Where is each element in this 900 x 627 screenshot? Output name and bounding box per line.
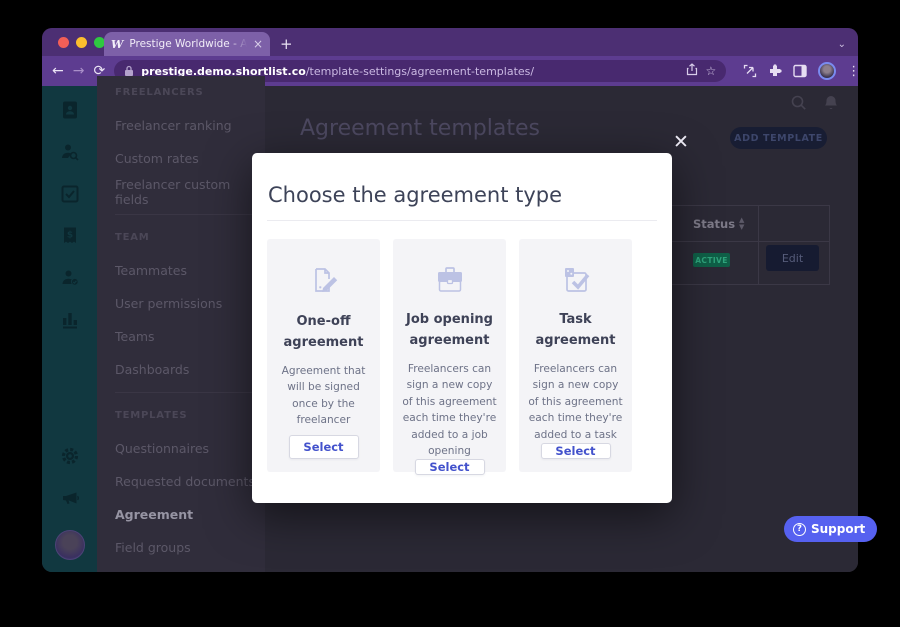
dashboards-chart-icon[interactable]	[60, 310, 80, 330]
sidebar-item-requested-documents[interactable]: Requested documents	[115, 465, 265, 498]
card-task-agreement: Task agreement Freelancers can sign a ne…	[519, 239, 632, 472]
modal-close-icon[interactable]: ✕	[670, 131, 692, 153]
agreement-type-cards: One-off agreement Agreement that will be…	[267, 239, 657, 472]
browser-tab[interactable]: W Prestige Worldwide - Agreeme ×	[104, 32, 270, 56]
support-label: Support	[811, 522, 865, 536]
sidebar-item-dashboards[interactable]: Dashboards	[115, 353, 265, 386]
briefcase-icon	[431, 261, 469, 299]
page-title: Agreement templates	[300, 116, 540, 141]
freelancers-contacts-icon[interactable]	[60, 100, 80, 120]
card-description: Agreement that will be signed once by th…	[275, 363, 372, 429]
sidebar-item-agreement[interactable]: Agreement	[115, 498, 265, 531]
settings-sidebar: FREELANCERS Freelancer ranking Custom ra…	[97, 76, 265, 572]
support-button[interactable]: ? Support	[784, 516, 877, 542]
toolbar-right-icons: ⋮	[743, 62, 858, 80]
sidebar-item-field-groups[interactable]: Field groups	[115, 531, 265, 564]
sort-arrows-icon[interactable]: ▲▼	[739, 217, 744, 231]
card-title: One-off agreement	[275, 311, 372, 354]
modal-divider	[267, 220, 657, 221]
sidebar-section-freelancers: FREELANCERS Freelancer ranking Custom ra…	[115, 76, 265, 208]
browser-window: W Prestige Worldwide - Agreeme × + ⌄ ← →…	[42, 28, 858, 572]
status-column-header[interactable]: Status	[693, 217, 735, 231]
svg-text:$: $	[66, 231, 72, 241]
section-label: TEMPLATES	[115, 399, 265, 432]
sidebar-item-freelancer-ranking[interactable]: Freelancer ranking	[115, 109, 265, 142]
notifications-bell-icon[interactable]	[822, 94, 840, 112]
extensions-puzzle-icon[interactable]	[768, 64, 782, 78]
traffic-lights	[58, 37, 105, 48]
new-tab-button[interactable]: +	[280, 35, 293, 53]
sidebar-item-custom-rates[interactable]: Custom rates	[115, 142, 265, 175]
side-panel-icon[interactable]	[793, 64, 807, 78]
card-title: Job opening agreement	[401, 309, 498, 352]
select-task-button[interactable]: Select	[541, 443, 611, 459]
select-one-off-button[interactable]: Select	[289, 435, 359, 459]
card-job-opening-agreement: Job opening agreement Freelancers can si…	[393, 239, 506, 472]
task-check-icon	[557, 261, 595, 299]
select-job-opening-button[interactable]: Select	[415, 459, 485, 475]
table-column-divider	[758, 206, 759, 284]
close-window-button[interactable]	[58, 37, 69, 48]
search-icon[interactable]	[790, 94, 808, 112]
question-mark-icon: ?	[793, 523, 806, 536]
rates-receipt-icon[interactable]: $	[60, 226, 80, 246]
sidebar-item-teams[interactable]: Teams	[115, 320, 265, 353]
sidebar-item-user-permissions[interactable]: User permissions	[115, 287, 265, 320]
announcements-megaphone-icon[interactable]	[60, 488, 80, 508]
user-avatar[interactable]	[55, 530, 85, 560]
sidebar-item-teammates[interactable]: Teammates	[115, 254, 265, 287]
tab-close-icon[interactable]: ×	[253, 38, 263, 50]
site-favicon-icon: W	[111, 38, 123, 51]
agreement-type-modal: Choose the agreement type One-off agreem…	[252, 153, 672, 503]
section-label: TEAM	[115, 221, 265, 254]
modal-title: Choose the agreement type	[267, 183, 657, 207]
card-description: Freelancers can sign a new copy of this …	[527, 361, 624, 443]
icon-rail: $	[42, 86, 97, 572]
share-icon[interactable]	[686, 63, 698, 79]
sidebar-section-team: TEAM Teammates User permissions Teams Da…	[115, 214, 265, 386]
card-one-off-agreement: One-off agreement Agreement that will be…	[267, 239, 380, 472]
sidebar-section-templates: TEMPLATES Questionnaires Requested docum…	[115, 392, 265, 564]
document-pencil-icon	[305, 261, 343, 301]
tab-overview-chevron-icon[interactable]: ⌄	[838, 39, 846, 50]
tab-title: Prestige Worldwide - Agreeme	[129, 38, 247, 50]
card-title: Task agreement	[527, 309, 624, 352]
url-path: /template-settings/agreement-templates/	[306, 65, 534, 78]
questionnaire-check-icon[interactable]	[60, 184, 80, 204]
status-badge: ACTIVE	[693, 253, 730, 267]
edit-button[interactable]: Edit	[766, 245, 819, 271]
freelancer-search-icon[interactable]	[60, 142, 80, 162]
sidebar-item-questionnaires[interactable]: Questionnaires	[115, 432, 265, 465]
browser-profile-avatar[interactable]	[818, 62, 836, 80]
minimize-window-button[interactable]	[76, 37, 87, 48]
teammates-icon[interactable]	[60, 268, 80, 288]
card-description: Freelancers can sign a new copy of this …	[401, 361, 498, 459]
back-button[interactable]: ←	[52, 63, 64, 79]
bookmark-star-icon[interactable]: ☆	[705, 64, 716, 78]
settings-gear-icon[interactable]	[60, 446, 80, 466]
browser-titlebar: W Prestige Worldwide - Agreeme × + ⌄	[42, 28, 858, 56]
section-label: FREELANCERS	[115, 76, 265, 109]
browser-menu-icon[interactable]: ⋮	[847, 64, 858, 79]
forward-button[interactable]: →	[73, 63, 85, 79]
sidebar-item-freelancer-custom-fields[interactable]: Freelancer custom fields	[115, 175, 265, 208]
tab-capture-icon[interactable]	[743, 64, 757, 78]
add-template-button[interactable]: ADD TEMPLATE	[730, 127, 827, 149]
